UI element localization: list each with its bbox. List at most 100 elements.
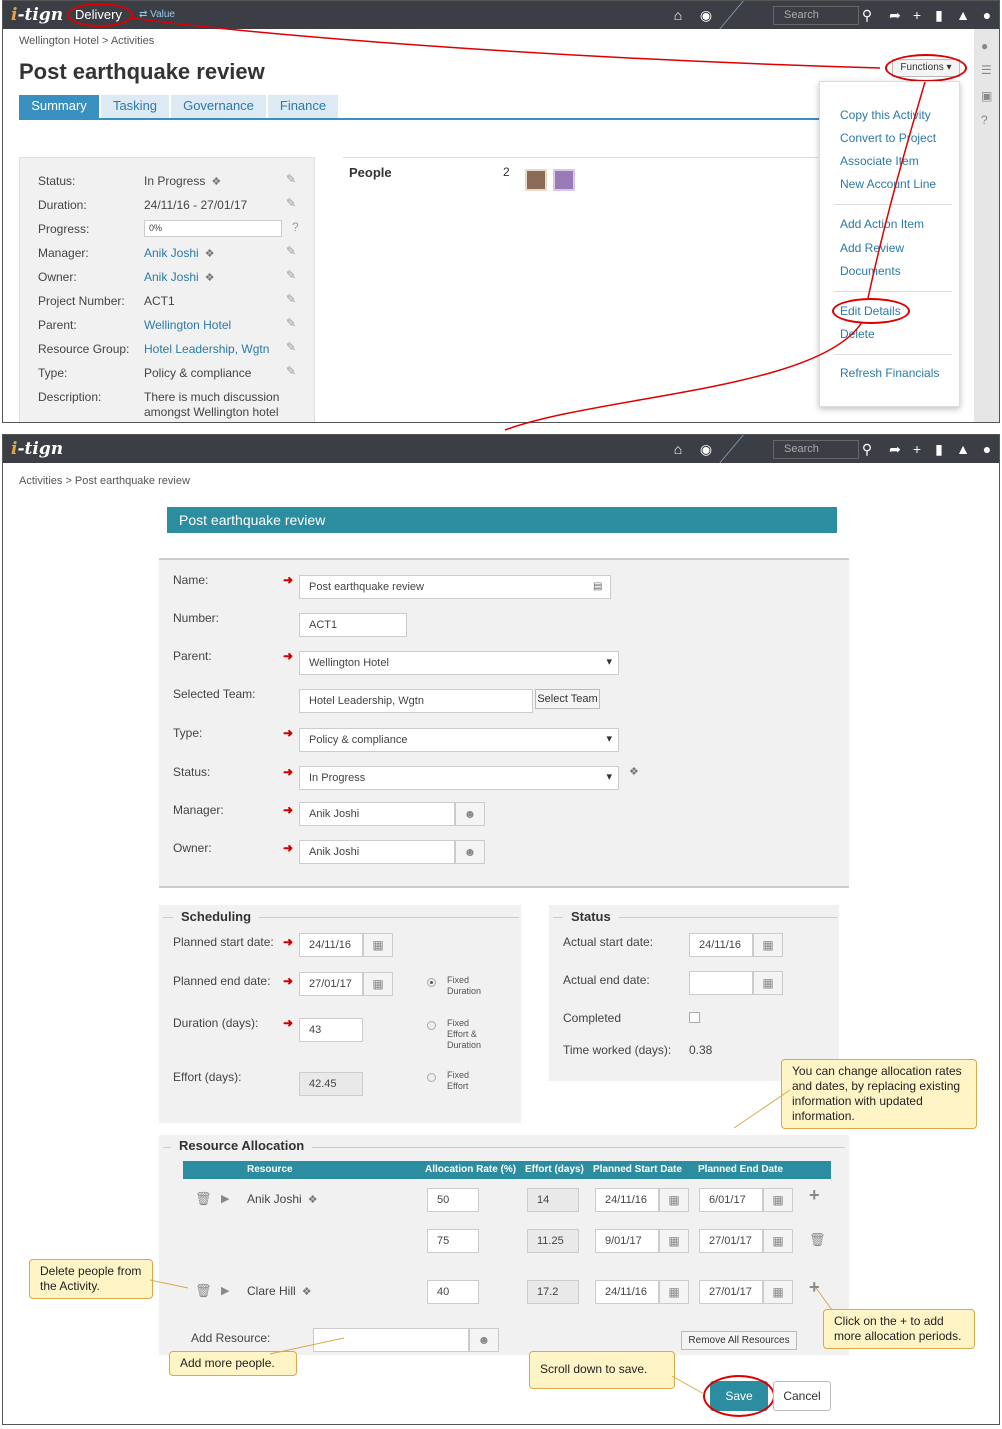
add-period-plus-icon[interactable]: + [809,1277,820,1298]
calendar-icon[interactable]: ▦ [363,933,393,957]
fixed-effort-radio[interactable] [427,1073,436,1082]
completed-checkbox[interactable] [689,1012,700,1023]
parent-select[interactable]: Wellington Hotel [299,651,619,675]
progress-input[interactable]: 0% [144,220,282,237]
help-icon[interactable]: ? [292,220,299,234]
calendar-icon[interactable]: ▦ [753,933,783,957]
info-icon[interactable]: ❖ [211,175,221,188]
calendar-icon[interactable]: ▦ [753,971,783,995]
planned-end-input[interactable]: 27/01/17 [299,972,363,996]
edit-pencil-icon[interactable]: ✎ [286,268,296,282]
chat-icon[interactable]: ● [981,39,988,53]
add-resource-input[interactable] [313,1328,469,1352]
bell-icon[interactable]: ▲ [955,6,971,24]
tab-tasking[interactable]: Tasking [101,95,169,119]
owner-input[interactable]: Anik Joshi [299,840,455,864]
allocation-rate-input[interactable]: 75 [427,1229,479,1253]
selected-team-input[interactable]: Hotel Leadership, Wgtn [299,689,533,713]
fixed-effort-duration-radio[interactable] [427,1021,436,1030]
globe-icon[interactable]: ◉ [698,6,714,24]
menu-convert-project[interactable]: Convert to Project [840,131,936,145]
menu-copy-activity[interactable]: Copy this Activity [840,108,931,122]
menu-documents[interactable]: Documents [840,264,901,278]
share-icon[interactable]: ➦ [887,440,903,458]
trash-icon[interactable]: 🗑 [809,1232,826,1248]
share-icon[interactable]: ➦ [887,6,903,24]
plus-icon[interactable]: + [909,440,925,458]
end-date-input[interactable]: 27/01/17 [699,1229,763,1253]
menu-add-review[interactable]: Add Review [840,241,904,255]
tab-summary[interactable]: Summary [19,95,99,119]
breadcrumb[interactable]: Activities > Post earthquake review [19,475,190,487]
trash-icon[interactable]: 🗑 [195,1191,212,1207]
info-icon[interactable]: ❖ [302,1285,312,1298]
module-value[interactable]: ⇄ Value [139,9,175,20]
tab-governance[interactable]: Governance [171,95,266,119]
start-date-input[interactable]: 24/11/16 [595,1188,659,1212]
home-icon[interactable]: ⌂ [670,440,686,458]
menu-refresh-financials[interactable]: Refresh Financials [840,366,939,380]
person-picker-icon[interactable]: ☻ [469,1328,499,1352]
user-icon[interactable]: ● [979,440,995,458]
cancel-button[interactable]: Cancel [773,1381,831,1411]
calendar-icon[interactable]: ▦ [363,972,393,996]
type-select[interactable]: Policy & compliance [299,728,619,752]
edit-pencil-icon[interactable]: ✎ [286,316,296,330]
status-select[interactable]: In Progress [299,766,619,790]
owner-link[interactable]: Anik Joshi ❖ [144,270,215,284]
breadcrumb[interactable]: Wellington Hotel > Activities [19,35,154,47]
expand-arrow-icon[interactable]: ▶ [221,1284,229,1297]
bell-icon[interactable]: ▲ [955,440,971,458]
edit-pencil-icon[interactable]: ✎ [286,292,296,306]
select-team-button[interactable]: Select Team [535,689,600,709]
start-date-input[interactable]: 24/11/16 [595,1280,659,1304]
resource-group-link[interactable]: Hotel Leadership, Wgtn [144,342,269,356]
lock-icon[interactable]: ▣ [981,89,992,103]
fixed-duration-radio[interactable] [427,978,436,987]
allocation-rate-input[interactable]: 50 [427,1188,479,1212]
resource-name[interactable]: Clare Hill ❖ [247,1284,312,1298]
calendar-icon[interactable]: ▦ [763,1280,793,1304]
expand-arrow-icon[interactable]: ▶ [221,1192,229,1205]
info-icon[interactable]: ❖ [205,271,215,284]
text-expand-icon[interactable]: ▤ [593,581,602,592]
end-date-input[interactable]: 6/01/17 [699,1188,763,1212]
person-picker-icon[interactable]: ☻ [455,840,485,864]
parent-link[interactable]: Wellington Hotel [144,318,231,332]
search-input[interactable]: Search [773,440,859,459]
info-icon[interactable]: ❖ [629,765,639,778]
calendar-icon[interactable]: ▦ [763,1229,793,1253]
search-icon[interactable]: ⚲ [859,6,875,24]
edit-pencil-icon[interactable]: ✎ [286,340,296,354]
remove-all-resources-button[interactable]: Remove All Resources [681,1331,797,1350]
edit-pencil-icon[interactable]: ✎ [286,364,296,378]
edit-pencil-icon[interactable]: ✎ [286,172,296,186]
home-icon[interactable]: ⌂ [670,6,686,24]
menu-delete[interactable]: Delete [840,327,875,341]
bookmark-icon[interactable]: ▮ [931,440,947,458]
tab-finance[interactable]: Finance [268,95,338,119]
info-icon[interactable]: ❖ [205,247,215,260]
calendar-icon[interactable]: ▦ [659,1229,689,1253]
end-date-input[interactable]: 27/01/17 [699,1280,763,1304]
person-picker-icon[interactable]: ☻ [455,802,485,826]
search-icon[interactable]: ⚲ [859,440,875,458]
duration-input[interactable]: 43 [299,1018,363,1042]
manager-input[interactable]: Anik Joshi [299,802,455,826]
edit-pencil-icon[interactable]: ✎ [286,196,296,210]
help-icon[interactable]: ? [981,113,988,127]
user-icon[interactable]: ● [979,6,995,24]
manager-link[interactable]: Anik Joshi ❖ [144,246,215,260]
app-logo[interactable]: i-tign [11,439,63,459]
start-date-input[interactable]: 9/01/17 [595,1229,659,1253]
avatar[interactable] [525,169,547,191]
actual-end-input[interactable] [689,971,753,995]
resource-name[interactable]: Anik Joshi ❖ [247,1192,318,1206]
actual-start-input[interactable]: 24/11/16 [689,933,753,957]
calendar-icon[interactable]: ▦ [763,1188,793,1212]
trash-icon[interactable]: 🗑 [195,1283,212,1299]
search-input[interactable]: Search [773,6,859,25]
planned-start-input[interactable]: 24/11/16 [299,933,363,957]
globe-icon[interactable]: ◉ [698,440,714,458]
menu-add-action-item[interactable]: Add Action Item [840,217,924,231]
